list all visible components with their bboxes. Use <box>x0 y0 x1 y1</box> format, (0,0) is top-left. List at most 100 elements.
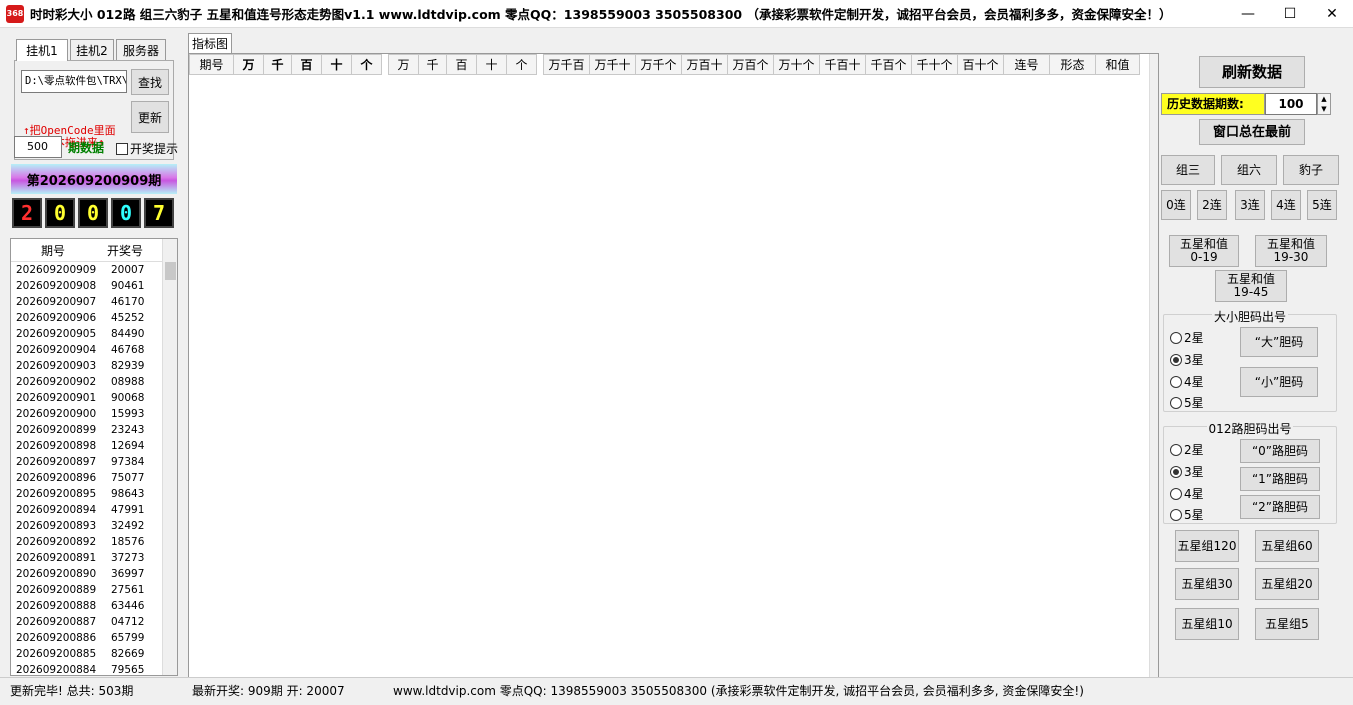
close-icon[interactable]: ✕ <box>1311 0 1353 28</box>
list-item[interactable]: 202609200894 47991 <box>11 502 177 518</box>
list-item[interactable]: 202609200908 90461 <box>11 278 177 294</box>
list-item[interactable]: 202609200888 63446 <box>11 598 177 614</box>
list-item[interactable]: 202609200893 32492 <box>11 518 177 534</box>
minimize-icon[interactable]: — <box>1227 0 1269 28</box>
radio-icon[interactable] <box>1170 375 1182 388</box>
lian-2-button[interactable]: 2连 <box>1197 190 1227 220</box>
list-item[interactable]: 202609200909 20007 <box>11 262 177 278</box>
z10-button[interactable]: 五星组10 <box>1175 608 1239 640</box>
road-radio-4[interactable]: 4星 <box>1170 485 1204 502</box>
checkbox-icon[interactable] <box>116 142 128 155</box>
list-item[interactable]: 202609200897 97384 <box>11 454 177 470</box>
list-item[interactable]: 202609200907 46170 <box>11 294 177 310</box>
history-list[interactable]: 期号 开奖号 202609200909 20007 202609200908 9046… <box>10 238 178 676</box>
z5-button[interactable]: 五星组5 <box>1255 608 1319 640</box>
list-item[interactable]: 202609200903 82939 <box>11 358 177 374</box>
road-1-button[interactable]: “1”路胆码 <box>1240 467 1320 491</box>
sum-0-19-button[interactable]: 五星和值 0-19 <box>1169 235 1239 267</box>
list-item[interactable]: 202609200904 46768 <box>11 342 177 358</box>
tab-hangup-1[interactable]: 挂机1 <box>16 39 68 61</box>
column-header: 十 <box>321 54 352 75</box>
radio-icon[interactable] <box>1170 396 1182 409</box>
history-period: 202609200889 <box>16 584 97 596</box>
road-0-button[interactable]: “0”路胆码 <box>1240 439 1320 463</box>
column-header: 万百个 <box>727 54 774 75</box>
road-radio-5[interactable]: 5星 <box>1170 506 1204 523</box>
column-header: 万 <box>233 54 264 75</box>
list-item[interactable]: 202609200887 04712 <box>11 614 177 630</box>
lian-0-button[interactable]: 0连 <box>1161 190 1191 220</box>
lian-3-button[interactable]: 3连 <box>1235 190 1265 220</box>
dx-radio-4-label: 4星 <box>1184 375 1204 389</box>
tab-indicator-chart[interactable]: 指标图 <box>188 33 232 53</box>
history-number: 23243 <box>111 424 145 436</box>
baozi-button[interactable]: 豹子 <box>1283 155 1339 185</box>
list-item[interactable]: 202609200900 15993 <box>11 406 177 422</box>
list-item[interactable]: 202609200905 84490 <box>11 326 177 342</box>
tab-server[interactable]: 服务器 <box>116 39 166 61</box>
list-item[interactable]: 202609200884 79565 <box>11 662 177 675</box>
list-item[interactable]: 202609200889 27561 <box>11 582 177 598</box>
list-item[interactable]: 202609200895 98643 <box>11 486 177 502</box>
find-button[interactable]: 查找 <box>131 69 169 95</box>
lian-5-button[interactable]: 5连 <box>1307 190 1337 220</box>
refresh-button[interactable]: 刷新数据 <box>1199 56 1305 88</box>
dx-radio-3[interactable]: 3星 <box>1170 351 1204 368</box>
big-dan-button[interactable]: “大”胆码 <box>1240 327 1318 357</box>
chevron-down-icon[interactable]: ▼ <box>1318 104 1330 114</box>
trend-grid: 期号万千百十个万千百十个万千百 万千十 万千个 万百十 万百个 万十个 千百十 千百个 千十个百… <box>188 53 1159 690</box>
list-item[interactable]: 202609200898 12694 <box>11 438 177 454</box>
scroll-thumb[interactable] <box>165 262 176 280</box>
dx-radio-2[interactable]: 2星 <box>1170 329 1204 346</box>
small-dan-button[interactable]: “小”胆码 <box>1240 367 1318 397</box>
update-button[interactable]: 更新 <box>131 101 169 133</box>
zu6-button[interactable]: 组六 <box>1221 155 1277 185</box>
z60-button[interactable]: 五星组60 <box>1255 530 1319 562</box>
chevron-up-icon[interactable]: ▲ <box>1318 94 1330 104</box>
road-radio-2[interactable]: 2星 <box>1170 441 1204 458</box>
sum-19-45-button[interactable]: 五星和值 19-45 <box>1215 270 1287 302</box>
radio-checked-icon[interactable] <box>1170 353 1182 366</box>
radio-icon[interactable] <box>1170 508 1182 521</box>
tab-hangup-2[interactable]: 挂机2 <box>70 39 114 61</box>
dx-radio-5[interactable]: 5星 <box>1170 394 1204 411</box>
zu3-button[interactable]: 组三 <box>1161 155 1215 185</box>
list-item[interactable]: 202609200896 75077 <box>11 470 177 486</box>
lottery-alert-checkbox[interactable]: 开奖提示 <box>116 140 178 157</box>
z30-button[interactable]: 五星组30 <box>1175 568 1239 600</box>
radio-icon[interactable] <box>1170 487 1182 500</box>
history-number: 75077 <box>111 472 145 484</box>
dx-radio-4[interactable]: 4星 <box>1170 373 1204 390</box>
list-item[interactable]: 202609200899 23243 <box>11 422 177 438</box>
z20-button[interactable]: 五星组20 <box>1255 568 1319 600</box>
radio-icon[interactable] <box>1170 331 1182 344</box>
sum-19-30-button[interactable]: 五星和值 19-30 <box>1255 235 1327 267</box>
history-scrollbar[interactable] <box>162 239 177 675</box>
radio-checked-icon[interactable] <box>1170 465 1182 478</box>
road-2-button[interactable]: “2”路胆码 <box>1240 495 1320 519</box>
z120-button[interactable]: 五星组120 <box>1175 530 1239 562</box>
path-input[interactable]: D:\零点软件包\TRX\ <box>21 70 127 93</box>
list-item[interactable]: 202609200885 82669 <box>11 646 177 662</box>
list-item[interactable]: 202609200891 37273 <box>11 550 177 566</box>
list-item[interactable]: 202609200906 45252 <box>11 310 177 326</box>
topmost-button[interactable]: 窗口总在最前 <box>1199 119 1305 145</box>
radio-icon[interactable] <box>1170 443 1182 456</box>
count-input[interactable]: 500 <box>14 136 62 158</box>
grid-scrollbar[interactable] <box>1149 54 1158 689</box>
list-item[interactable]: 202609200902 08988 <box>11 374 177 390</box>
history-count-input[interactable]: 100 <box>1265 93 1317 115</box>
list-item[interactable]: 202609200892 18576 <box>11 534 177 550</box>
history-period: 202609200897 <box>16 456 97 468</box>
list-item[interactable]: 202609200886 65799 <box>11 630 177 646</box>
lian-4-button[interactable]: 4连 <box>1271 190 1301 220</box>
maximize-icon[interactable]: ☐ <box>1269 0 1311 28</box>
history-number: 37273 <box>111 552 145 564</box>
road-radio-3[interactable]: 3星 <box>1170 463 1204 480</box>
status-latest: 最新开奖: 909期 开: 20007 <box>192 684 345 698</box>
list-item[interactable]: 202609200901 90068 <box>11 390 177 406</box>
history-count-spinner[interactable]: ▲ ▼ <box>1317 93 1331 115</box>
count-label: 期数据 <box>68 141 105 155</box>
column-header: 期号 <box>189 54 234 75</box>
list-item[interactable]: 202609200890 36997 <box>11 566 177 582</box>
